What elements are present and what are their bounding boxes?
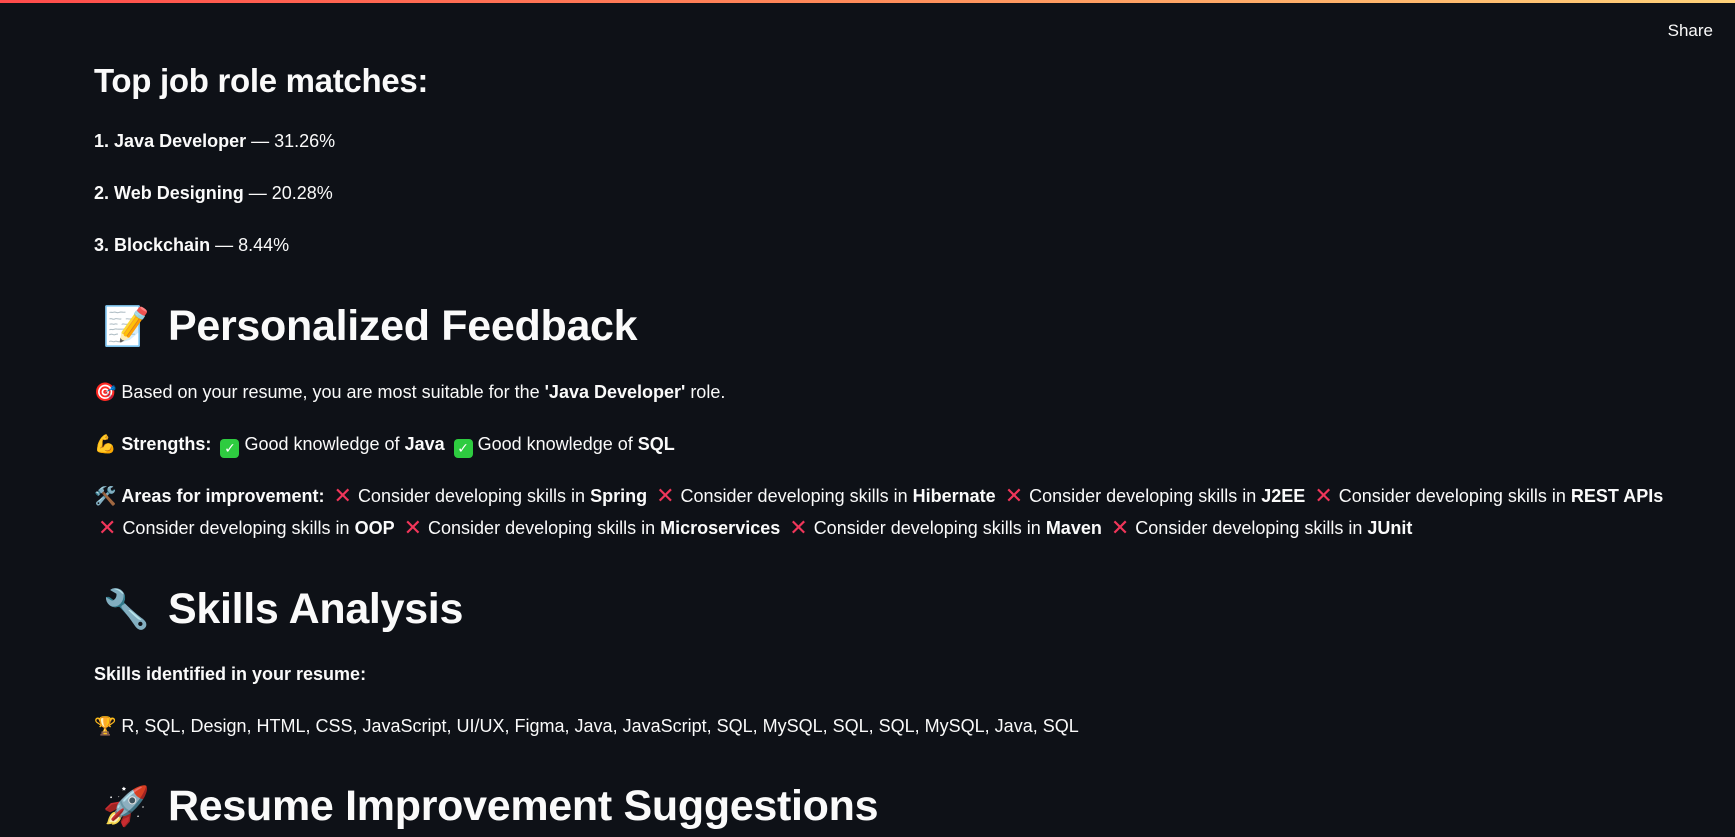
strength-text: Good knowledge of <box>244 434 405 454</box>
cross-mark-icon: ✕ <box>98 515 117 540</box>
rocket-icon: 🚀 <box>102 785 150 828</box>
strength-text: Good knowledge of <box>477 434 638 454</box>
improvement-skill: Microservices <box>660 518 781 538</box>
improvement-text: Consider developing skills in <box>1338 486 1571 506</box>
trophy-icon: 🏆 <box>94 716 117 736</box>
cross-mark-icon: ✕ <box>1110 515 1130 540</box>
improvement-text: Consider developing skills in <box>122 518 355 538</box>
strength-skill: Java <box>404 434 445 454</box>
match-score: — 8.44% <box>215 235 290 255</box>
flexed-biceps-icon: 💪 <box>94 434 117 454</box>
improvement-skill: Maven <box>1045 518 1102 538</box>
wrench-icon: 🔧 <box>102 588 150 631</box>
check-mark-icon: ✓ <box>453 439 473 458</box>
match-item: 1. Java Developer — 31.26% <box>94 131 335 152</box>
skills-title: Skills Analysis <box>168 585 464 633</box>
skills-list-text: R, SQL, Design, HTML, CSS, JavaScript, U… <box>121 716 1079 736</box>
suggestions-heading: 🚀 Resume Improvement Suggestions <box>102 782 878 831</box>
feedback-heading: 📝 Personalized Feedback <box>102 302 637 351</box>
cross-mark-icon: ✕ <box>333 483 352 508</box>
improvement-text: Consider developing skills in <box>813 518 1046 538</box>
cross-mark-icon: ✕ <box>789 515 808 540</box>
match-rank: 3. <box>94 235 110 255</box>
skills-identified-label: Skills identified in your resume: <box>94 658 366 690</box>
match-item: 3. Blockchain — 8.44% <box>94 235 289 256</box>
improvement-skill: OOP <box>354 518 395 538</box>
suitable-prefix: Based on your resume, you are most suita… <box>121 382 545 402</box>
suitable-role: 'Java Developer' <box>544 382 686 402</box>
match-item: 2. Web Designing — 20.28% <box>94 183 333 204</box>
cross-mark-icon: ✕ <box>1004 483 1024 508</box>
suitable-role-text: 🎯 Based on your resume, you are most suit… <box>94 376 725 408</box>
skills-identified-text: Skills identified in your resume: <box>94 664 367 684</box>
strengths-text: 💪 Strengths: ✓ Good knowledge of Java ✓ Goo… <box>94 428 675 460</box>
target-icon: 🎯 <box>94 382 117 402</box>
match-role: Blockchain <box>114 235 211 255</box>
improvements-label: Areas for improvement: <box>121 486 325 506</box>
cross-mark-icon: ✕ <box>1314 483 1333 508</box>
improvement-skill: Hibernate <box>912 486 996 506</box>
top-matches-title: Top job role matches: <box>94 62 429 99</box>
hammer-and-wrench-icon: 🛠️ <box>94 486 117 506</box>
improvement-text: Consider developing skills in <box>1135 518 1368 538</box>
improvement-skill: JUnit <box>1367 518 1413 538</box>
improvement-text: Consider developing skills in <box>1029 486 1262 506</box>
check-mark-icon: ✓ <box>220 439 240 458</box>
feedback-title: Personalized Feedback <box>168 302 638 350</box>
strengths-label: Strengths: <box>121 434 212 454</box>
memo-icon: 📝 <box>102 305 150 348</box>
improvement-text: Consider developing skills in <box>357 486 591 506</box>
main-content: Top job role matches: 1. Java Developer … <box>94 0 1735 837</box>
improvement-skill: J2EE <box>1261 486 1306 506</box>
improvements-text: 🛠️ Areas for improvement: ✕ Consider devel… <box>94 480 1735 544</box>
match-role: Web Designing <box>114 183 244 203</box>
suitable-suffix: role. <box>685 382 726 402</box>
improvement-skill: REST APIs <box>1570 486 1664 506</box>
match-score: — 31.26% <box>251 131 336 151</box>
improvement-text: Consider developing skills in <box>680 486 913 506</box>
match-rank: 2. <box>94 183 110 203</box>
suggestions-title: Resume Improvement Suggestions <box>168 782 879 830</box>
cross-mark-icon: ✕ <box>656 483 675 508</box>
strength-skill: SQL <box>637 434 675 454</box>
improvement-skill: Spring <box>590 486 648 506</box>
skills-list: 🏆 R, SQL, Design, HTML, CSS, JavaScript, … <box>94 710 1079 742</box>
skills-heading: 🔧 Skills Analysis <box>102 585 463 634</box>
match-role: Java Developer <box>114 131 247 151</box>
improvement-text: Consider developing skills in <box>428 518 661 538</box>
cross-mark-icon: ✕ <box>403 515 423 540</box>
match-rank: 1. <box>94 131 110 151</box>
match-score: — 20.28% <box>248 183 333 203</box>
